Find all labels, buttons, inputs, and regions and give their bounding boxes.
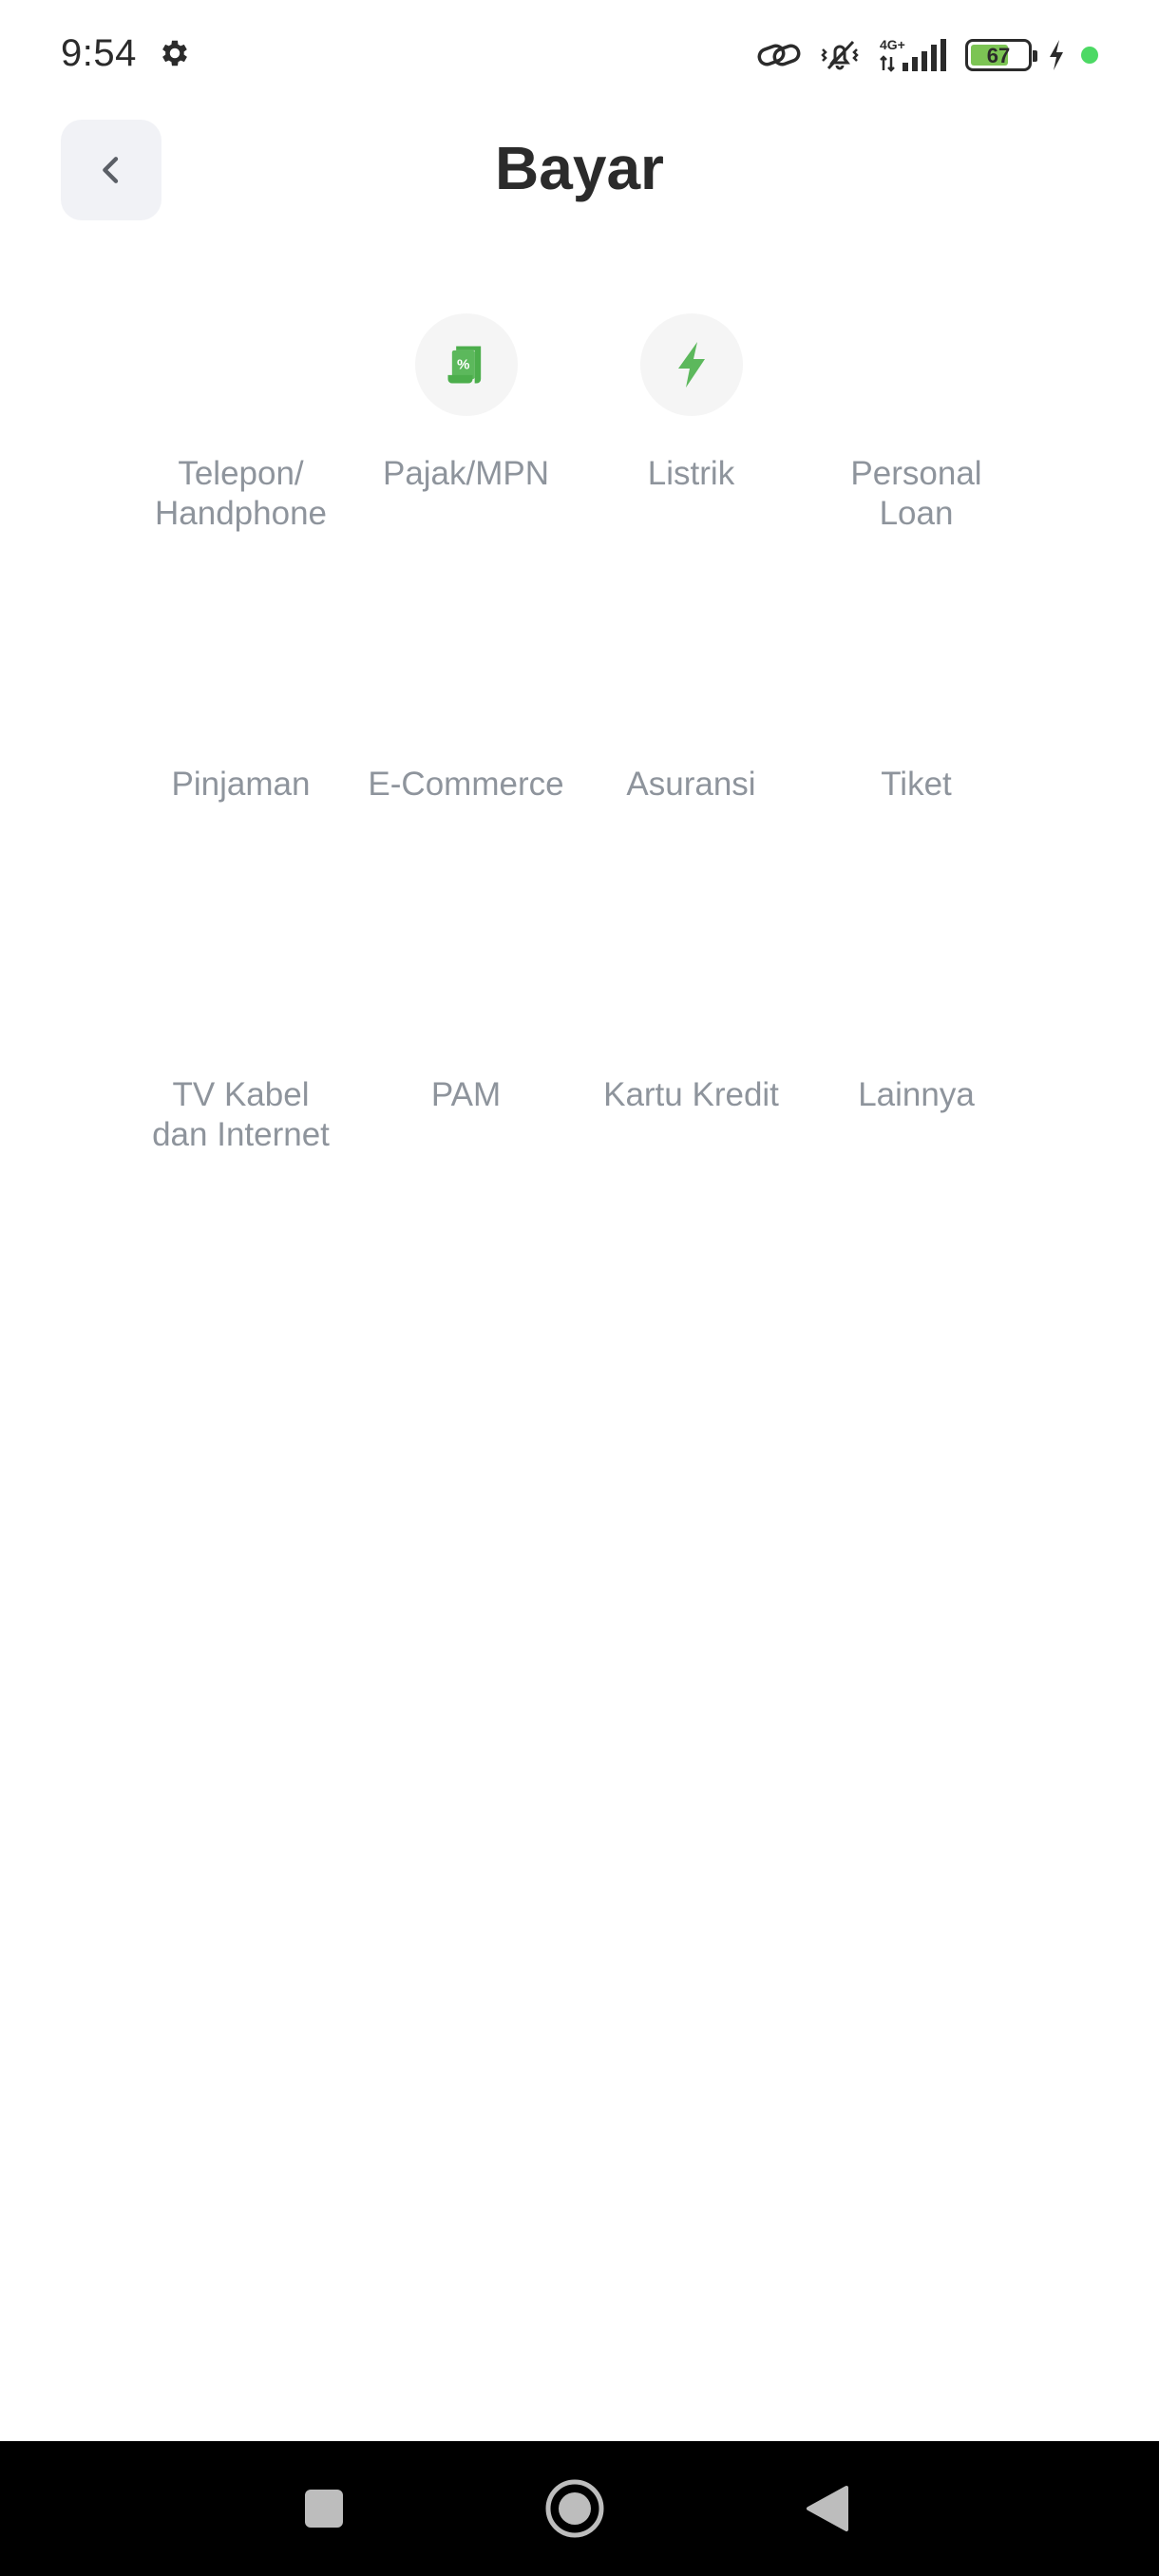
menu-item-lainnya[interactable]: Lainnya (804, 935, 1029, 1245)
menu-item-pinjaman[interactable]: Pinjaman (128, 624, 353, 935)
menu-item-icon-placeholder (190, 935, 293, 1037)
menu-item-icon-placeholder (415, 624, 518, 727)
menu-item-telepon[interactable]: Telepon/ Handphone (128, 313, 353, 624)
lightning-icon (639, 313, 743, 416)
menu-item-icon-placeholder (865, 935, 968, 1037)
menu-item-kartu-kredit[interactable]: Kartu Kredit (579, 935, 804, 1245)
battery-icon: 67 (965, 39, 1037, 71)
menu-item-icon-placeholder (190, 313, 293, 416)
network-label: 4G+ (880, 37, 905, 52)
menu-item-label: Listrik (647, 455, 735, 492)
svg-text:%: % (457, 356, 470, 372)
menu-item-pam[interactable]: PAM (353, 935, 579, 1245)
battery-text: 67 (986, 44, 1011, 67)
menu-item-icon-placeholder (865, 313, 968, 416)
signal-icon: 4G+ (880, 37, 946, 72)
menu-item-icon-placeholder (865, 624, 968, 727)
menu-item-icon-placeholder (415, 935, 518, 1037)
status-time: 9:54 (61, 32, 137, 74)
menu-item-label: PAM (430, 1076, 502, 1113)
menu-item-tv-kabel[interactable]: TV Kabel dan Internet (128, 935, 353, 1245)
menu-item-label: Telepon/ Handphone (155, 455, 327, 532)
dot-icon (1081, 47, 1098, 64)
home-circle-icon (545, 2479, 604, 2538)
recents-square-icon (305, 2490, 343, 2528)
recents-button[interactable] (291, 2475, 357, 2542)
home-button[interactable] (542, 2475, 608, 2542)
menu-item-icon-placeholder (640, 624, 743, 727)
vibrate-mute-icon (821, 40, 859, 70)
menu-item-label: Pajak/MPN (382, 455, 550, 492)
menu-item-icon-placeholder (190, 624, 293, 727)
link-icon (757, 44, 801, 66)
gear-icon (162, 40, 187, 66)
menu-item-label: Pinjaman (171, 766, 311, 803)
menu-item-label: Kartu Kredit (603, 1076, 779, 1113)
tax-receipt-icon: % (414, 313, 518, 416)
menu-item-asuransi[interactable]: Asuransi (579, 624, 804, 935)
menu-item-pajak[interactable]: % Pajak/MPN (353, 313, 579, 624)
payment-menu-grid: Telepon/ Handphone % Pajak/MPN Listrik P… (128, 313, 1031, 1245)
menu-item-icon-placeholder (640, 935, 743, 1037)
menu-item-label: Tiket (881, 766, 952, 803)
menu-item-label: Lainnya (858, 1076, 975, 1113)
system-nav-bar (0, 2441, 1159, 2576)
nav-back-button[interactable] (794, 2475, 861, 2542)
menu-item-listrik[interactable]: Listrik (579, 313, 804, 624)
menu-item-tiket[interactable]: Tiket (804, 624, 1029, 935)
menu-item-label: TV Kabel dan Internet (152, 1076, 330, 1153)
charging-icon (1050, 40, 1063, 70)
status-bar: 9:54 4G+ 67 (0, 0, 1159, 114)
menu-item-label: Asuransi (626, 766, 756, 803)
menu-item-label: Personal Loan (850, 455, 982, 532)
menu-item-label: E-Commerce (368, 766, 564, 803)
back-triangle-icon (807, 2486, 848, 2531)
status-icons: 4G+ 67 (756, 34, 1098, 76)
page-title: Bayar (495, 134, 664, 202)
menu-item-personal-loan[interactable]: Personal Loan (804, 313, 1029, 624)
menu-item-e-commerce[interactable]: E-Commerce (353, 624, 579, 935)
